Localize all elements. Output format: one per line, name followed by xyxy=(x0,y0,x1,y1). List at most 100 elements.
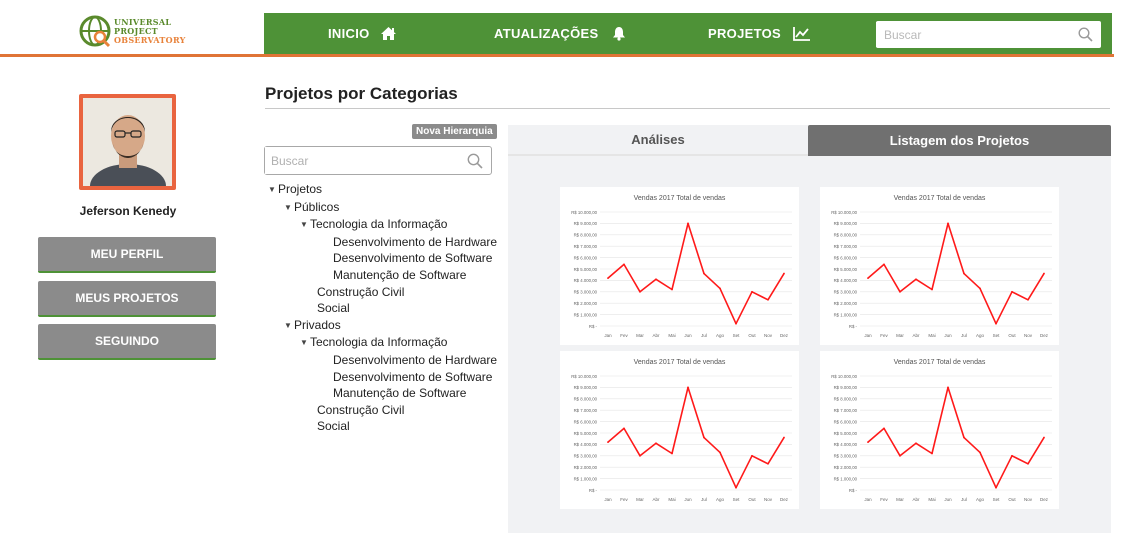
y-tick-label: R$ 5.000,00 xyxy=(834,431,858,436)
title-divider xyxy=(265,108,1110,109)
y-tick-label: R$ 10.000,00 xyxy=(571,210,597,215)
tree-node-privados[interactable]: ▼ Privados xyxy=(268,317,497,335)
meu-perfil-button[interactable]: MEU PERFIL xyxy=(38,237,216,273)
data-point xyxy=(899,290,901,293)
y-tick-label: R$ 5.000,00 xyxy=(834,267,858,272)
y-tick-label: R$ 6.000,00 xyxy=(574,419,598,424)
x-tick-label: Jul xyxy=(701,497,707,502)
y-tick-label: R$ 10.000,00 xyxy=(831,210,857,215)
data-point xyxy=(623,427,625,430)
tree-leaf-pub-dev-software[interactable]: Desenvolvimento de Software xyxy=(268,250,497,267)
data-point xyxy=(639,290,641,293)
x-tick-label: Set xyxy=(993,497,1001,502)
tree-node-label: Construção Civil xyxy=(317,402,405,417)
x-tick-label: Mai xyxy=(928,333,935,338)
caret-down-icon[interactable]: ▼ xyxy=(284,318,294,335)
nav-inicio[interactable]: INICIO xyxy=(328,13,397,54)
data-point xyxy=(995,486,997,489)
tree-node-publicos-ti[interactable]: ▼ Tecnologia da Informação xyxy=(268,216,497,234)
tabs-panel: Análises Listagem dos Projetos Vendas 20… xyxy=(508,125,1111,533)
logo-text: UNIVERSAL PROJECT OBSERVATORY xyxy=(114,17,186,45)
chart-title: Vendas 2017 Total de vendas xyxy=(894,195,986,202)
tree-node-privados-ti[interactable]: ▼ Tecnologia da Informação xyxy=(268,334,497,352)
caret-down-icon[interactable]: ▼ xyxy=(284,200,294,217)
tab-analises[interactable]: Análises xyxy=(508,125,808,156)
tree-node-label: Públicos xyxy=(294,199,340,214)
y-tick-label: R$ 2.000,00 xyxy=(834,465,858,470)
data-point xyxy=(703,272,705,275)
y-tick-label: R$ 9.000,00 xyxy=(834,385,858,390)
data-point xyxy=(1043,272,1045,275)
avatar-photo xyxy=(83,98,172,186)
chart-svg: Vendas 2017 Total de vendas R$ 10.000,00 R… xyxy=(571,195,792,338)
x-tick-label: Dez xyxy=(780,333,789,338)
seguindo-button[interactable]: SEGUINDO xyxy=(38,324,216,360)
x-tick-label: Dez xyxy=(1040,333,1049,338)
data-point xyxy=(671,452,673,455)
y-tick-label: R$ 5.000,00 xyxy=(574,431,598,436)
caret-down-icon[interactable]: ▼ xyxy=(268,182,278,199)
x-tick-label: Jul xyxy=(961,497,967,502)
nova-hierarquia-button[interactable]: Nova Hierarquia xyxy=(412,124,497,139)
tab-listagem-projetos[interactable]: Listagem dos Projetos xyxy=(808,125,1111,156)
tree-node-publicos[interactable]: ▼ Públicos xyxy=(268,199,497,217)
x-tick-label: Set xyxy=(993,333,1001,338)
tree-node-projetos[interactable]: ▼ Projetos xyxy=(268,181,497,199)
meus-projetos-button[interactable]: MEUS PROJETOS xyxy=(38,281,216,317)
data-point xyxy=(751,290,753,293)
nav-atualizacoes[interactable]: ATUALIZAÇÕES xyxy=(494,13,626,54)
data-point xyxy=(719,287,721,290)
search-icon[interactable] xyxy=(467,153,483,169)
tree-leaf-pub-manut-software[interactable]: Manutenção de Software xyxy=(268,267,497,284)
data-point xyxy=(1011,290,1013,293)
tree-leaf-pub-construcao-civil[interactable]: Construção Civil xyxy=(268,284,497,301)
x-tick-label: Abr xyxy=(912,333,920,338)
tree-leaf-pub-dev-hardware[interactable]: Desenvolvimento de Hardware xyxy=(268,234,497,251)
tree-search-input[interactable] xyxy=(265,147,455,174)
x-tick-label: Mar xyxy=(896,497,904,502)
chart-svg: Vendas 2017 Total de vendas R$ 10.000,00 R… xyxy=(831,359,1052,502)
data-point xyxy=(963,436,965,439)
tree-leaf-priv-dev-hardware[interactable]: Desenvolvimento de Hardware xyxy=(268,352,497,369)
avatar[interactable] xyxy=(79,94,176,190)
y-tick-label: R$ 3.000,00 xyxy=(834,454,858,459)
caret-down-icon[interactable]: ▼ xyxy=(300,335,310,352)
data-point xyxy=(687,386,689,389)
header-accent-line xyxy=(0,54,264,57)
data-point xyxy=(915,278,917,281)
data-point xyxy=(719,451,721,454)
data-point xyxy=(963,272,965,275)
tree-leaf-pub-social[interactable]: Social xyxy=(268,300,497,317)
search-icon[interactable] xyxy=(1078,27,1093,42)
tree-leaf-priv-construcao-civil[interactable]: Construção Civil xyxy=(268,402,497,419)
tree-leaf-priv-social[interactable]: Social xyxy=(268,418,497,435)
data-point xyxy=(607,277,609,280)
x-tick-label: Nov xyxy=(1024,497,1033,502)
y-tick-label: R$ 9.000,00 xyxy=(574,221,598,226)
caret-down-icon[interactable]: ▼ xyxy=(300,217,310,234)
category-tree: ▼ Projetos ▼ Públicos ▼ Tecnologia da Infor… xyxy=(268,181,497,435)
x-tick-label: Ago xyxy=(716,497,725,502)
y-tick-label: R$ 2.000,00 xyxy=(574,301,598,306)
bell-icon xyxy=(613,27,626,41)
data-point xyxy=(931,452,933,455)
tree-node-label: Tecnologia da Informação xyxy=(310,217,448,232)
data-point xyxy=(639,454,641,457)
logo[interactable]: UNIVERSAL PROJECT OBSERVATORY xyxy=(78,13,198,49)
tree-node-label: Manutenção de Software xyxy=(333,267,467,282)
tree-node-label: Social xyxy=(317,419,350,434)
x-tick-label: Ago xyxy=(716,333,725,338)
tree-node-label: Desenvolvimento de Software xyxy=(333,369,493,384)
x-tick-label: Out xyxy=(748,497,756,502)
user-photo-icon xyxy=(83,98,172,186)
y-tick-label: R$ 7.000,00 xyxy=(834,244,858,249)
nav-search-input[interactable] xyxy=(876,22,1066,47)
x-tick-label: Out xyxy=(1008,497,1016,502)
tree-leaf-priv-manut-software[interactable]: Manutenção de Software xyxy=(268,385,497,402)
y-tick-label: R$ 3.000,00 xyxy=(834,290,858,295)
tree-leaf-priv-dev-software[interactable]: Desenvolvimento de Software xyxy=(268,369,497,386)
y-tick-label: R$ 8.000,00 xyxy=(834,233,858,238)
y-tick-label: R$ 8.000,00 xyxy=(574,233,598,238)
x-tick-label: Mar xyxy=(636,497,644,502)
nav-projetos[interactable]: PROJETOS xyxy=(708,13,811,54)
